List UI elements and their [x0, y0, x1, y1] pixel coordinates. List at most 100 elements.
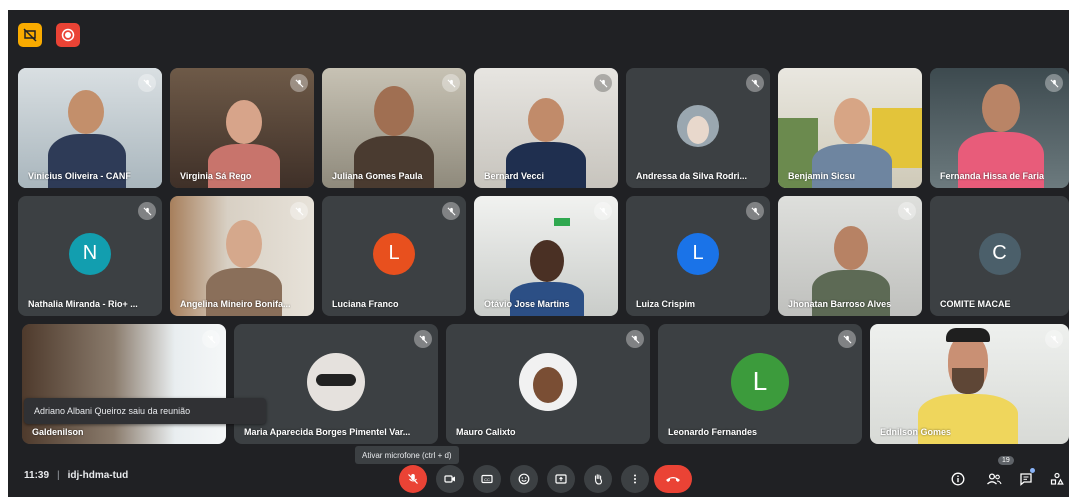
participant-avatar: C [978, 232, 1021, 275]
participant-avatar [519, 352, 577, 411]
participant-name: Jhonatan Barroso Alves [788, 299, 892, 309]
mic-off-icon [290, 74, 308, 92]
participant-avatar: L [677, 232, 719, 275]
hang-up-icon [666, 477, 680, 482]
participant-tile[interactable]: Bernard Vecci [474, 68, 618, 188]
participant-tile[interactable]: Ednilson Gomes [870, 324, 1069, 444]
participant-tile[interactable]: L Luiza Crispim [626, 196, 770, 316]
present-screen-button[interactable] [547, 465, 575, 493]
participant-name: Luiza Crispim [636, 299, 696, 309]
mic-off-icon [746, 74, 764, 92]
participant-tile[interactable]: Otávio Jose Martins [474, 196, 618, 316]
video-feed [22, 324, 226, 444]
participant-head [374, 86, 414, 136]
participant-tile[interactable]: Vinicius Oliveira - CANF [18, 68, 162, 188]
participant-avatar [307, 352, 365, 411]
participant-name: Mauro Calixto [456, 427, 516, 437]
svg-text:CC: CC [484, 477, 490, 482]
camera-toggle-button[interactable] [436, 465, 464, 493]
participant-name: Benjamin Sicsu [788, 171, 856, 181]
participant-body [812, 270, 890, 316]
avatar-photo [687, 115, 709, 144]
participant-name: Otávio Jose Martins [484, 299, 570, 309]
mic-off-icon [442, 74, 460, 92]
participant-head [226, 100, 262, 144]
people-button[interactable] [982, 467, 1006, 491]
mic-off-icon [594, 74, 612, 92]
mic-off-icon [138, 202, 156, 220]
leave-notification-toast: Adriano Albani Queiroz saiu da reunião [24, 398, 266, 424]
mic-off-icon [1045, 74, 1063, 92]
participant-name: Luciana Franco [332, 299, 399, 309]
participant-head [834, 98, 870, 144]
participant-tile[interactable]: Virginia Sá Rego [170, 68, 314, 188]
participant-head [530, 240, 564, 282]
people-icon [987, 473, 1002, 485]
raise-hand-button[interactable] [584, 465, 612, 493]
participant-body [812, 144, 892, 188]
participant-tile[interactable]: Mauro Calixto [446, 324, 650, 444]
presentation-off-icon[interactable] [18, 23, 42, 47]
participant-body [208, 144, 280, 188]
info-icon [951, 472, 965, 486]
participant-name: Juliana Gomes Paula [332, 171, 423, 181]
mic-off-icon [746, 202, 764, 220]
participant-avatar: L [373, 232, 415, 275]
avatar-photo [533, 366, 563, 403]
more-options-button[interactable] [621, 465, 649, 493]
participant-name: Ednilson Gomes [880, 427, 952, 437]
captions-button[interactable]: CC [473, 465, 501, 493]
participant-name: Fernanda Hissa de Faria [940, 171, 1045, 181]
mic-off-icon [408, 474, 418, 484]
participant-name: Nathalia Miranda - Rio+ ... [28, 299, 138, 309]
captions-icon: CC [481, 474, 493, 484]
participant-name: Vinicius Oliveira - CANF [28, 171, 131, 181]
participant-tile[interactable]: Jhonatan Barroso Alves [778, 196, 922, 316]
participant-head [834, 226, 868, 270]
mic-off-icon [594, 202, 612, 220]
participant-name: Bernard Vecci [484, 171, 545, 181]
participant-tile[interactable]: Galdenilson [22, 324, 226, 444]
leave-call-button[interactable] [654, 465, 692, 493]
camera-icon [444, 475, 455, 483]
participant-head [68, 90, 104, 134]
participant-name: Andressa da Silva Rodri... [636, 171, 748, 181]
participant-tile[interactable]: Andressa da Silva Rodri... [626, 68, 770, 188]
mic-off-icon [290, 202, 308, 220]
recording-icon[interactable] [56, 23, 80, 47]
participant-name: Leonardo Fernandes [668, 427, 758, 437]
participant-tile[interactable]: Maria Aparecida Borges Pimentel Var... [234, 324, 438, 444]
participant-tile[interactable]: C COMITE MACAE [930, 196, 1069, 316]
mic-off-icon [442, 202, 460, 220]
beard [952, 368, 984, 394]
participant-body [506, 142, 586, 188]
chat-button[interactable] [1014, 467, 1038, 491]
reactions-button[interactable] [510, 465, 538, 493]
participant-tile[interactable]: N Nathalia Miranda - Rio+ ... [18, 196, 162, 316]
participant-head [982, 84, 1020, 132]
mic-off-icon [898, 202, 916, 220]
participant-tile[interactable]: Fernanda Hissa de Faria [930, 68, 1069, 188]
participant-tile[interactable]: Angelina Mineiro Bonifa... [170, 196, 314, 316]
activities-button[interactable] [1045, 467, 1069, 491]
chat-icon [1020, 473, 1032, 486]
participant-tile[interactable]: Juliana Gomes Paula [322, 68, 466, 188]
participant-name: COMITE MACAE [940, 299, 1011, 309]
participant-count-badge: 19 [998, 456, 1014, 465]
participant-head [226, 220, 262, 268]
participant-name: Virginia Sá Rego [180, 171, 252, 181]
meet-window: Vinicius Oliveira - CANF Virginia Sá Reg… [8, 10, 1069, 497]
participant-tile[interactable]: L Luciana Franco [322, 196, 466, 316]
mic-off-icon [138, 74, 156, 92]
mic-toggle-button[interactable] [399, 465, 427, 493]
mic-off-icon [626, 330, 644, 348]
meeting-details-button[interactable] [946, 467, 970, 491]
participant-name: Angelina Mineiro Bonifa... [180, 299, 291, 309]
participant-tile[interactable]: L Leonardo Fernandes [658, 324, 862, 444]
sunglasses [316, 373, 356, 386]
participant-tile[interactable]: Benjamin Sicsu [778, 68, 922, 188]
emoji-icon [518, 473, 530, 485]
participant-name: Maria Aparecida Borges Pimentel Var... [244, 427, 411, 437]
mic-tooltip: Ativar microfone (ctrl + d) [355, 446, 459, 464]
meeting-info: 11:39 | idj-hdma-tud [24, 470, 128, 481]
